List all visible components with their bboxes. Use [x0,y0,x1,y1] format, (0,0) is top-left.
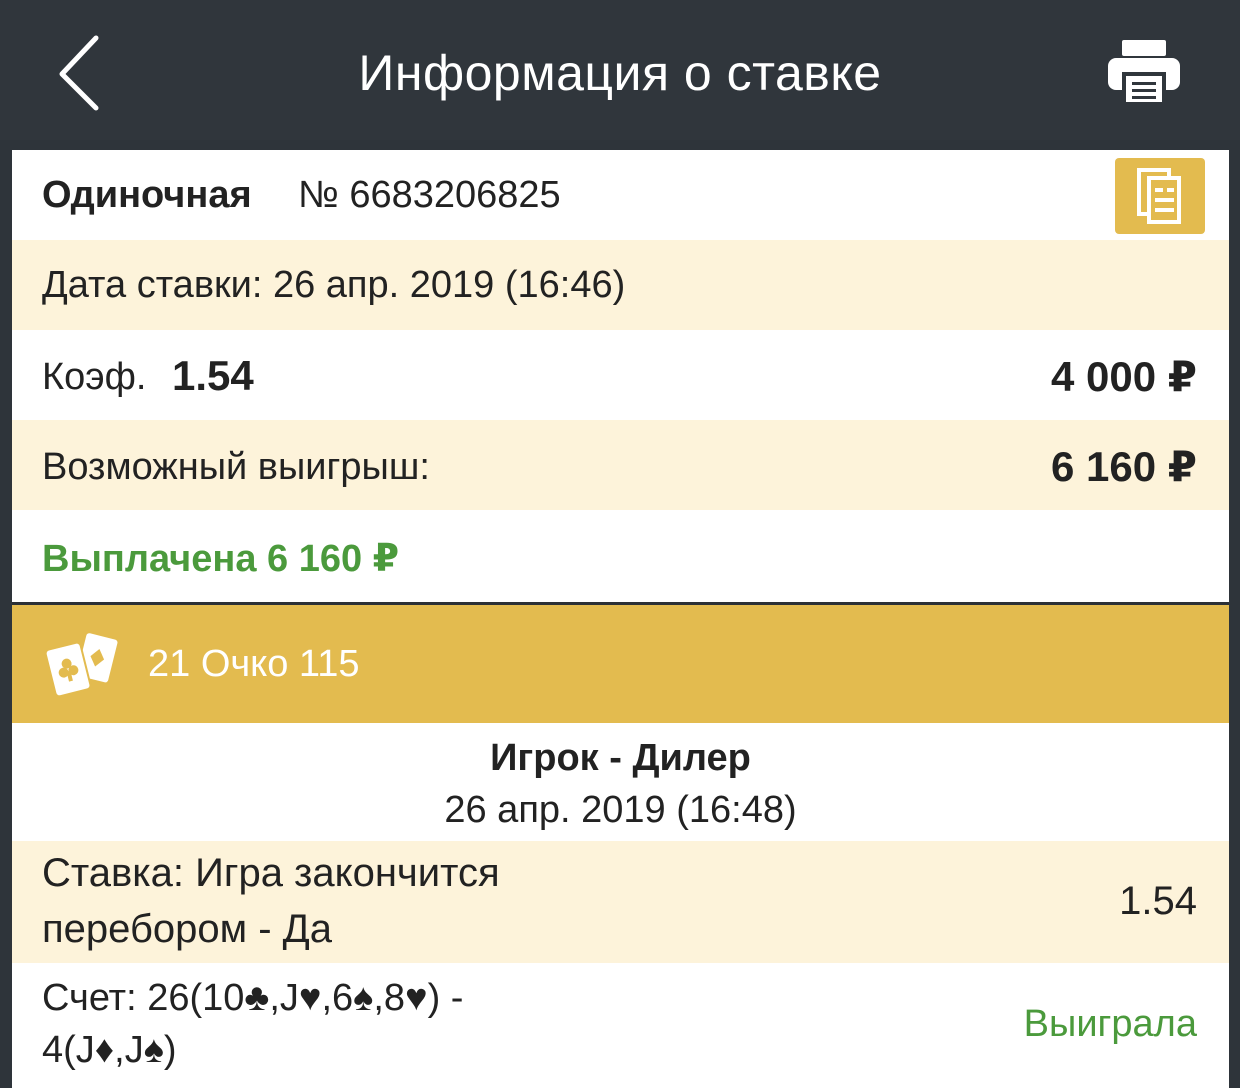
game-name: 21 Очко 115 [148,643,360,685]
payout-status: Выплачена 6 160 ₽ [42,538,400,580]
bet-type-label: Одиночная [42,174,252,216]
playing-cards-icon [44,631,120,698]
copy-document-icon [1137,168,1181,224]
coef-value: 1.54 [172,352,254,399]
possible-win-amount: 6 160 ₽ [1051,443,1197,490]
payout-row: Выплачена 6 160 ₽ [12,510,1229,602]
selection-coef: 1.54 [1119,879,1197,923]
score-row: Счет: 26(10♣,J♥,6♠,8♥) - 4(J♦,J♠) Выигра… [12,963,1229,1088]
match-name: Игрок - Дилер [490,737,751,779]
score-line-1: Счет: 26(10♣,J♥,6♠,8♥) - [42,977,464,1019]
page-title: Информация о ставке [358,45,882,101]
possible-win-label: Возможный выигрыш: [42,446,430,488]
selection-line-1: Ставка: Игра закончится [42,851,500,895]
result-status: Выиграла [1023,1003,1197,1045]
selection-line-2: перебором - Да [42,907,332,951]
coef-row: Коэф. 1.54 4 000 ₽ [12,330,1229,420]
selection-row: Ставка: Игра закончится перебором - Да 1… [12,841,1229,963]
game-header[interactable]: 21 Очко 115 [12,605,1229,723]
bet-date: Дата ставки: 26 апр. 2019 (16:46) [42,264,626,306]
match-info: Игрок - Дилер 26 апр. 2019 (16:48) [12,723,1229,841]
printer-icon[interactable] [1108,40,1180,106]
copy-button[interactable] [1115,158,1205,234]
stake-amount: 4 000 ₽ [1051,353,1197,400]
bet-type-row: Одиночная № 6683206825 [12,150,1229,240]
bet-date-row: Дата ставки: 26 апр. 2019 (16:46) [12,240,1229,330]
coef-label: Коэф. [42,356,147,398]
possible-win-row: Возможный выигрыш: 6 160 ₽ [12,420,1229,510]
bet-card: Одиночная № 6683206825 Дата ставки: 26 а… [12,150,1229,1088]
score-line-2: 4(J♦,J♠) [42,1029,177,1071]
bet-number: № 6683206825 [298,174,561,216]
chevron-left-icon[interactable] [50,34,110,114]
top-bar: Информация о ставке [0,0,1240,140]
match-date: 26 апр. 2019 (16:48) [444,789,797,831]
